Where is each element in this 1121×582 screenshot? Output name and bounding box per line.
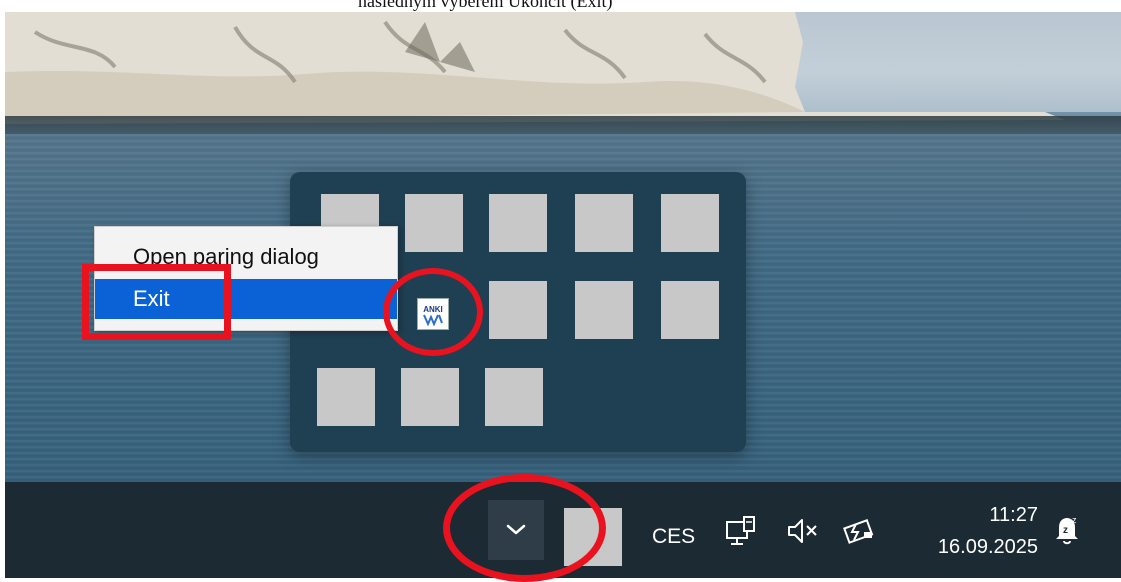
annotation-chevron-circle (443, 474, 606, 582)
tray-app-icon[interactable] (575, 281, 633, 339)
tray-app-icon[interactable] (401, 368, 459, 426)
notification-icon[interactable]: z z (1050, 512, 1084, 548)
svg-text:z: z (1072, 515, 1077, 525)
tray-app-icon[interactable] (405, 194, 463, 252)
tray-app-icon[interactable] (489, 281, 547, 339)
battery-charging-icon[interactable] (842, 514, 878, 548)
tray-app-icon[interactable] (661, 281, 719, 339)
network-icon[interactable] (724, 514, 758, 548)
tray-app-icon[interactable] (317, 368, 375, 426)
clock-time[interactable]: 11:27 (960, 504, 1038, 527)
tray-app-icon[interactable] (575, 194, 633, 252)
tray-app-icon[interactable] (489, 194, 547, 252)
annotation-exit-highlight (82, 264, 231, 340)
svg-text:z: z (1063, 525, 1068, 536)
caption-text: následným výběrem Ukončit (Exit) (358, 0, 613, 11)
volume-muted-icon[interactable] (785, 514, 821, 548)
tray-app-icon[interactable] (485, 368, 543, 426)
annotation-anki-circle (383, 268, 483, 356)
clock-date[interactable]: 16.09.2025 (913, 536, 1038, 559)
tray-app-icon[interactable] (661, 194, 719, 252)
document-caption: následným výběrem Ukončit (Exit) (0, 0, 1121, 12)
language-indicator[interactable]: CES (652, 525, 695, 549)
wallpaper-shoreline (5, 116, 1121, 134)
